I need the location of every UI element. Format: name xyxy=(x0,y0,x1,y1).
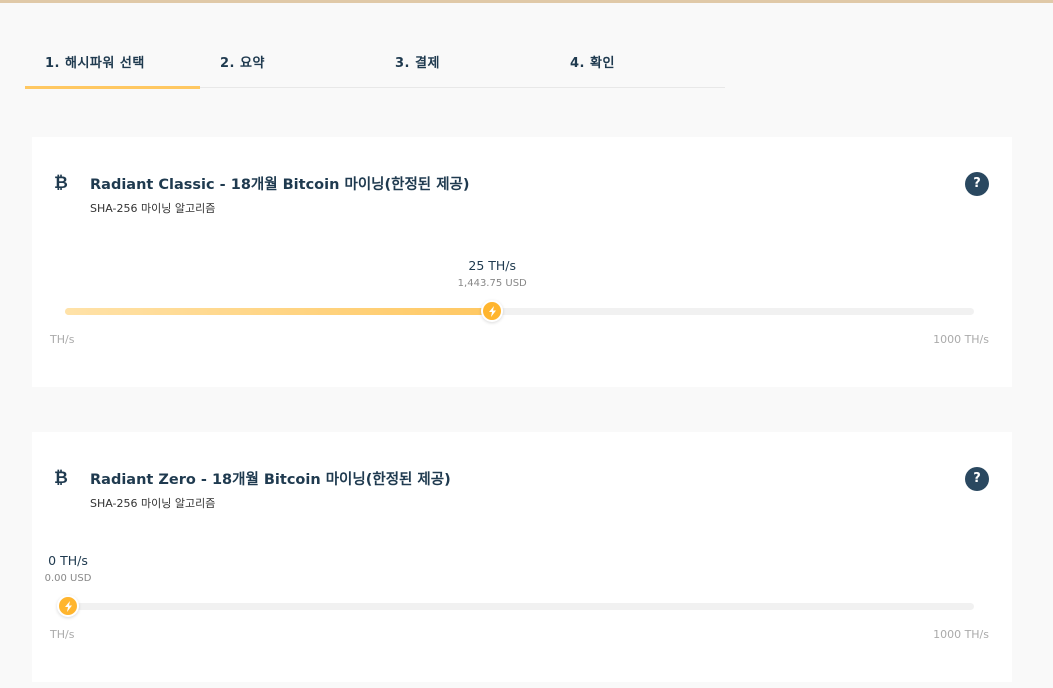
hashrate-value: 25 TH/s xyxy=(468,258,517,273)
lightning-icon xyxy=(65,601,72,612)
hashrate-slider[interactable] xyxy=(57,595,974,617)
bitcoin-icon: ₿ xyxy=(54,468,68,488)
slider-handle[interactable] xyxy=(481,300,504,322)
slider-fill xyxy=(65,308,493,315)
slider-handle[interactable] xyxy=(57,595,79,617)
price-value: 1,443.75 USD xyxy=(457,278,527,289)
help-button[interactable]: ? xyxy=(965,172,989,196)
product-algorithm: SHA-256 마이닝 알고리즘 xyxy=(90,497,216,510)
lightning-icon xyxy=(489,306,497,317)
checkout-steps: 1. 해시파워 선택 2. 요약 3. 결제 4. 확인 xyxy=(25,38,725,89)
product-title: Radiant Classic - 18개월 Bitcoin 마이닝(한정된 제… xyxy=(90,177,470,193)
bitcoin-icon: ₿ xyxy=(54,173,68,193)
product-algorithm: SHA-256 마이닝 알고리즘 xyxy=(90,202,216,215)
slider-min-label: TH/s xyxy=(50,628,75,641)
product-card-radiant-zero: ₿ Radiant Zero - 18개월 Bitcoin 마이닝(한정된 제공… xyxy=(32,432,1012,682)
slider-max-label: 1000 TH/s xyxy=(933,333,989,346)
top-accent-bar xyxy=(0,0,1053,3)
step-select-hashpower[interactable]: 1. 해시파워 선택 xyxy=(25,38,200,89)
step-confirm[interactable]: 4. 확인 xyxy=(550,38,725,88)
hashrate-slider[interactable] xyxy=(65,300,974,322)
step-summary[interactable]: 2. 요약 xyxy=(200,38,375,88)
slider-min-label: TH/s xyxy=(50,333,75,346)
product-title: Radiant Zero - 18개월 Bitcoin 마이닝(한정된 제공) xyxy=(90,472,451,488)
help-button[interactable]: ? xyxy=(965,467,989,491)
step-payment[interactable]: 3. 결제 xyxy=(375,38,550,88)
slider-max-label: 1000 TH/s xyxy=(933,628,989,641)
product-card-radiant-classic: ₿ Radiant Classic - 18개월 Bitcoin 마이닝(한정된… xyxy=(32,137,1012,387)
hashrate-value: 0 TH/s xyxy=(48,553,88,568)
price-value: 0.00 USD xyxy=(44,573,92,584)
